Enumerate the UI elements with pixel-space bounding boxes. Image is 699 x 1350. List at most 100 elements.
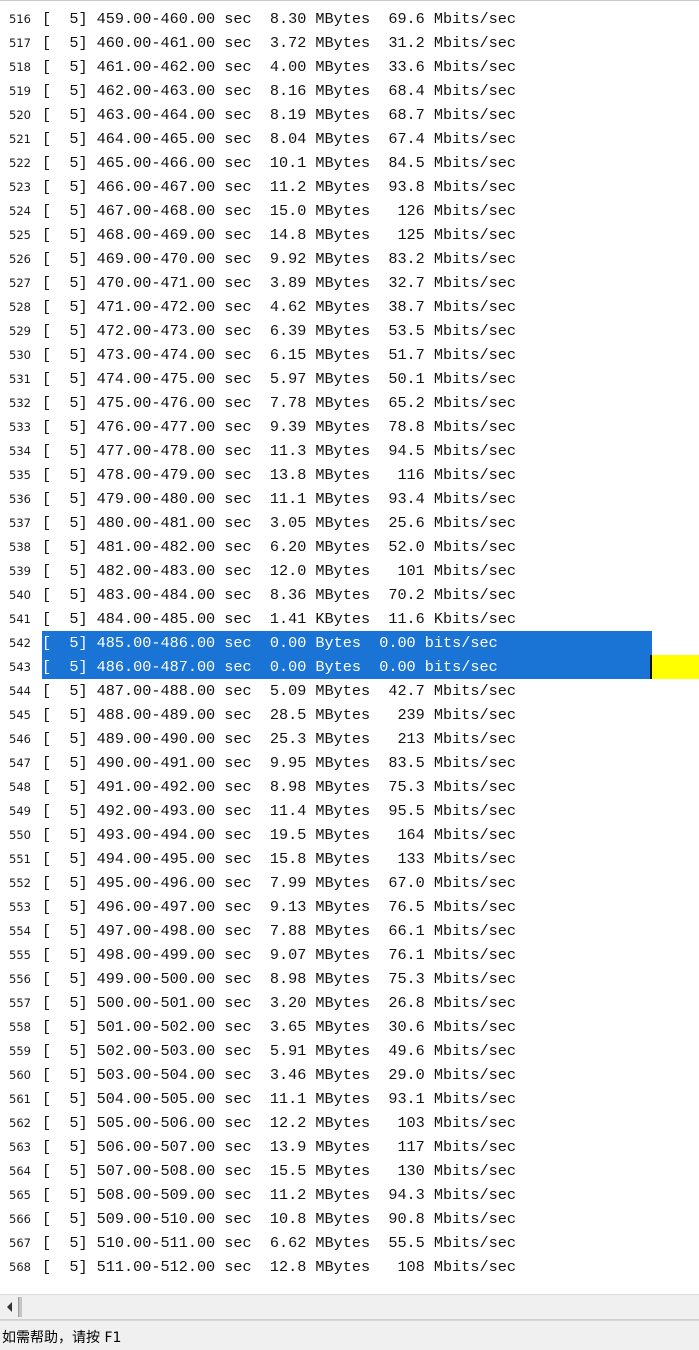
text-line[interactable]: 562 [ 5] 505.00-506.00 sec 12.2 MBytes 10… <box>0 1111 699 1135</box>
line-number: 542 <box>9 636 31 650</box>
selected-text-line[interactable]: 543 [ 5] 486.00-487.00 sec 0.00 Bytes 0.0… <box>0 655 699 679</box>
text-line[interactable]: 534 [ 5] 477.00-478.00 sec 11.3 MBytes 94… <box>0 439 699 463</box>
text-line[interactable]: 546 [ 5] 489.00-490.00 sec 25.3 MBytes 21… <box>0 727 699 751</box>
line-number: 538 <box>9 540 31 554</box>
text-line[interactable]: 568 [ 5] 511.00-512.00 sec 12.8 MBytes 10… <box>0 1255 699 1279</box>
line-number: 560 <box>9 1068 31 1082</box>
line-text: [ 5] 470.00-471.00 sec 3.89 MBytes 32.7 … <box>42 274 516 292</box>
line-number: 544 <box>9 684 31 698</box>
text-line[interactable]: 544 [ 5] 487.00-488.00 sec 5.09 MBytes 42… <box>0 679 699 703</box>
line-text: [ 5] 460.00-461.00 sec 3.72 MBytes 31.2 … <box>42 34 516 52</box>
text-line[interactable]: 519 [ 5] 462.00-463.00 sec 8.16 MBytes 68… <box>0 79 699 103</box>
text-line[interactable]: 533 [ 5] 476.00-477.00 sec 9.39 MBytes 78… <box>0 415 699 439</box>
line-text: [ 5] 471.00-472.00 sec 4.62 MBytes 38.7 … <box>42 298 516 316</box>
text-line[interactable]: 528 [ 5] 471.00-472.00 sec 4.62 MBytes 38… <box>0 295 699 319</box>
line-text: [ 5] 484.00-485.00 sec 1.41 KBytes 11.6 … <box>42 610 516 628</box>
text-line[interactable]: 522 [ 5] 465.00-466.00 sec 10.1 MBytes 84… <box>0 151 699 175</box>
line-number: 552 <box>9 876 31 890</box>
text-line[interactable]: 537 [ 5] 480.00-481.00 sec 3.05 MBytes 25… <box>0 511 699 535</box>
text-line[interactable]: 561 [ 5] 504.00-505.00 sec 11.1 MBytes 93… <box>0 1087 699 1111</box>
scroll-left-button[interactable] <box>0 1295 18 1319</box>
line-text: [ 5] 506.00-507.00 sec 13.9 MBytes 117 M… <box>42 1138 516 1156</box>
line-number: 531 <box>9 372 31 386</box>
line-number: 555 <box>9 948 31 962</box>
line-number: 566 <box>9 1212 31 1226</box>
text-line[interactable]: 557 [ 5] 500.00-501.00 sec 3.20 MBytes 26… <box>0 991 699 1015</box>
line-number: 565 <box>9 1188 31 1202</box>
line-number: 540 <box>9 588 31 602</box>
line-text: [ 5] 461.00-462.00 sec 4.00 MBytes 33.6 … <box>42 58 516 76</box>
line-text: [ 5] 509.00-510.00 sec 10.8 MBytes 90.8 … <box>42 1210 516 1228</box>
text-line[interactable]: 560 [ 5] 503.00-504.00 sec 3.46 MBytes 29… <box>0 1063 699 1087</box>
line-number: 539 <box>9 564 31 578</box>
text-line[interactable]: 529 [ 5] 472.00-473.00 sec 6.39 MBytes 53… <box>0 319 699 343</box>
line-text: [ 5] 508.00-509.00 sec 11.2 MBytes 94.3 … <box>42 1186 516 1204</box>
text-line[interactable]: 559 [ 5] 502.00-503.00 sec 5.91 MBytes 49… <box>0 1039 699 1063</box>
text-line[interactable]: 547 [ 5] 490.00-491.00 sec 9.95 MBytes 83… <box>0 751 699 775</box>
line-text: [ 5] 493.00-494.00 sec 19.5 MBytes 164 M… <box>42 826 516 844</box>
line-number: 525 <box>9 228 31 242</box>
text-editor[interactable]: 516 [ 5] 459.00-460.00 sec 8.30 MBytes 69… <box>0 3 699 1293</box>
text-line[interactable]: 541 [ 5] 484.00-485.00 sec 1.41 KBytes 11… <box>0 607 699 631</box>
text-line[interactable]: 531 [ 5] 474.00-475.00 sec 5.97 MBytes 50… <box>0 367 699 391</box>
selected-text-line[interactable]: 542 [ 5] 485.00-486.00 sec 0.00 Bytes 0.0… <box>0 631 699 655</box>
text-line[interactable]: 553 [ 5] 496.00-497.00 sec 9.13 MBytes 76… <box>0 895 699 919</box>
line-text: [ 5] 465.00-466.00 sec 10.1 MBytes 84.5 … <box>42 154 516 172</box>
text-line[interactable]: 548 [ 5] 491.00-492.00 sec 8.98 MBytes 75… <box>0 775 699 799</box>
text-line[interactable]: 551 [ 5] 494.00-495.00 sec 15.8 MBytes 13… <box>0 847 699 871</box>
text-line[interactable]: 540 [ 5] 483.00-484.00 sec 8.36 MBytes 70… <box>0 583 699 607</box>
scroll-thumb[interactable] <box>18 1297 22 1317</box>
line-number: 567 <box>9 1236 31 1250</box>
text-line[interactable]: 523 [ 5] 466.00-467.00 sec 11.2 MBytes 93… <box>0 175 699 199</box>
line-text: [ 5] 501.00-502.00 sec 3.65 MBytes 30.6 … <box>42 1018 516 1036</box>
text-line[interactable]: 517 [ 5] 460.00-461.00 sec 3.72 MBytes 31… <box>0 31 699 55</box>
line-number: 526 <box>9 252 31 266</box>
line-number: 516 <box>9 12 31 26</box>
text-line[interactable]: 518 [ 5] 461.00-462.00 sec 4.00 MBytes 33… <box>0 55 699 79</box>
line-text: [ 5] 467.00-468.00 sec 15.0 MBytes 126 M… <box>42 202 516 220</box>
text-line[interactable]: 539 [ 5] 482.00-483.00 sec 12.0 MBytes 10… <box>0 559 699 583</box>
text-line[interactable]: 545 [ 5] 488.00-489.00 sec 28.5 MBytes 23… <box>0 703 699 727</box>
line-text: [ 5] 473.00-474.00 sec 6.15 MBytes 51.7 … <box>42 346 516 364</box>
text-line[interactable]: 550 [ 5] 493.00-494.00 sec 19.5 MBytes 16… <box>0 823 699 847</box>
text-line[interactable]: 527 [ 5] 470.00-471.00 sec 3.89 MBytes 32… <box>0 271 699 295</box>
line-number: 521 <box>9 132 31 146</box>
line-number: 528 <box>9 300 31 314</box>
text-line[interactable]: 555 [ 5] 498.00-499.00 sec 9.07 MBytes 76… <box>0 943 699 967</box>
line-text: [ 5] 481.00-482.00 sec 6.20 MBytes 52.0 … <box>42 538 516 556</box>
text-line[interactable]: 524 [ 5] 467.00-468.00 sec 15.0 MBytes 12… <box>0 199 699 223</box>
text-line[interactable]: 564 [ 5] 507.00-508.00 sec 15.5 MBytes 13… <box>0 1159 699 1183</box>
text-line[interactable]: 565 [ 5] 508.00-509.00 sec 11.2 MBytes 94… <box>0 1183 699 1207</box>
line-number: 548 <box>9 780 31 794</box>
text-line[interactable]: 566 [ 5] 509.00-510.00 sec 10.8 MBytes 90… <box>0 1207 699 1231</box>
text-line[interactable]: 521 [ 5] 464.00-465.00 sec 8.04 MBytes 67… <box>0 127 699 151</box>
text-line[interactable]: 556 [ 5] 499.00-500.00 sec 8.98 MBytes 75… <box>0 967 699 991</box>
text-line[interactable]: 563 [ 5] 506.00-507.00 sec 13.9 MBytes 11… <box>0 1135 699 1159</box>
text-line[interactable]: 567 [ 5] 510.00-511.00 sec 6.62 MBytes 55… <box>0 1231 699 1255</box>
text-line[interactable]: 538 [ 5] 481.00-482.00 sec 6.20 MBytes 52… <box>0 535 699 559</box>
line-number: 559 <box>9 1044 31 1058</box>
text-caret <box>650 655 652 679</box>
text-line[interactable]: 549 [ 5] 492.00-493.00 sec 11.4 MBytes 95… <box>0 799 699 823</box>
line-text: [ 5] 492.00-493.00 sec 11.4 MBytes 95.5 … <box>42 802 516 820</box>
status-bar-text: 如需帮助，请按 F1 <box>2 1330 122 1346</box>
line-number: 520 <box>9 108 31 122</box>
text-line[interactable]: 516 [ 5] 459.00-460.00 sec 8.30 MBytes 69… <box>0 7 699 31</box>
line-text: [ 5] 477.00-478.00 sec 11.3 MBytes 94.5 … <box>42 442 516 460</box>
text-line[interactable]: 535 [ 5] 478.00-479.00 sec 13.8 MBytes 11… <box>0 463 699 487</box>
line-number: 536 <box>9 492 31 506</box>
line-text: [ 5] 462.00-463.00 sec 8.16 MBytes 68.4 … <box>42 82 516 100</box>
line-number: 541 <box>9 612 31 626</box>
text-line[interactable]: 520 [ 5] 463.00-464.00 sec 8.19 MBytes 68… <box>0 103 699 127</box>
horizontal-scrollbar[interactable] <box>0 1294 699 1320</box>
text-line[interactable]: 552 [ 5] 495.00-496.00 sec 7.99 MBytes 67… <box>0 871 699 895</box>
text-line[interactable]: 558 [ 5] 501.00-502.00 sec 3.65 MBytes 30… <box>0 1015 699 1039</box>
text-line[interactable]: 526 [ 5] 469.00-470.00 sec 9.92 MBytes 83… <box>0 247 699 271</box>
text-line[interactable]: 554 [ 5] 497.00-498.00 sec 7.88 MBytes 66… <box>0 919 699 943</box>
text-line[interactable]: 536 [ 5] 479.00-480.00 sec 11.1 MBytes 93… <box>0 487 699 511</box>
text-line[interactable]: 530 [ 5] 473.00-474.00 sec 6.15 MBytes 51… <box>0 343 699 367</box>
text-line[interactable]: 525 [ 5] 468.00-469.00 sec 14.8 MBytes 12… <box>0 223 699 247</box>
text-line[interactable]: 532 [ 5] 475.00-476.00 sec 7.78 MBytes 65… <box>0 391 699 415</box>
line-number: 519 <box>9 84 31 98</box>
line-number: 557 <box>9 996 31 1010</box>
